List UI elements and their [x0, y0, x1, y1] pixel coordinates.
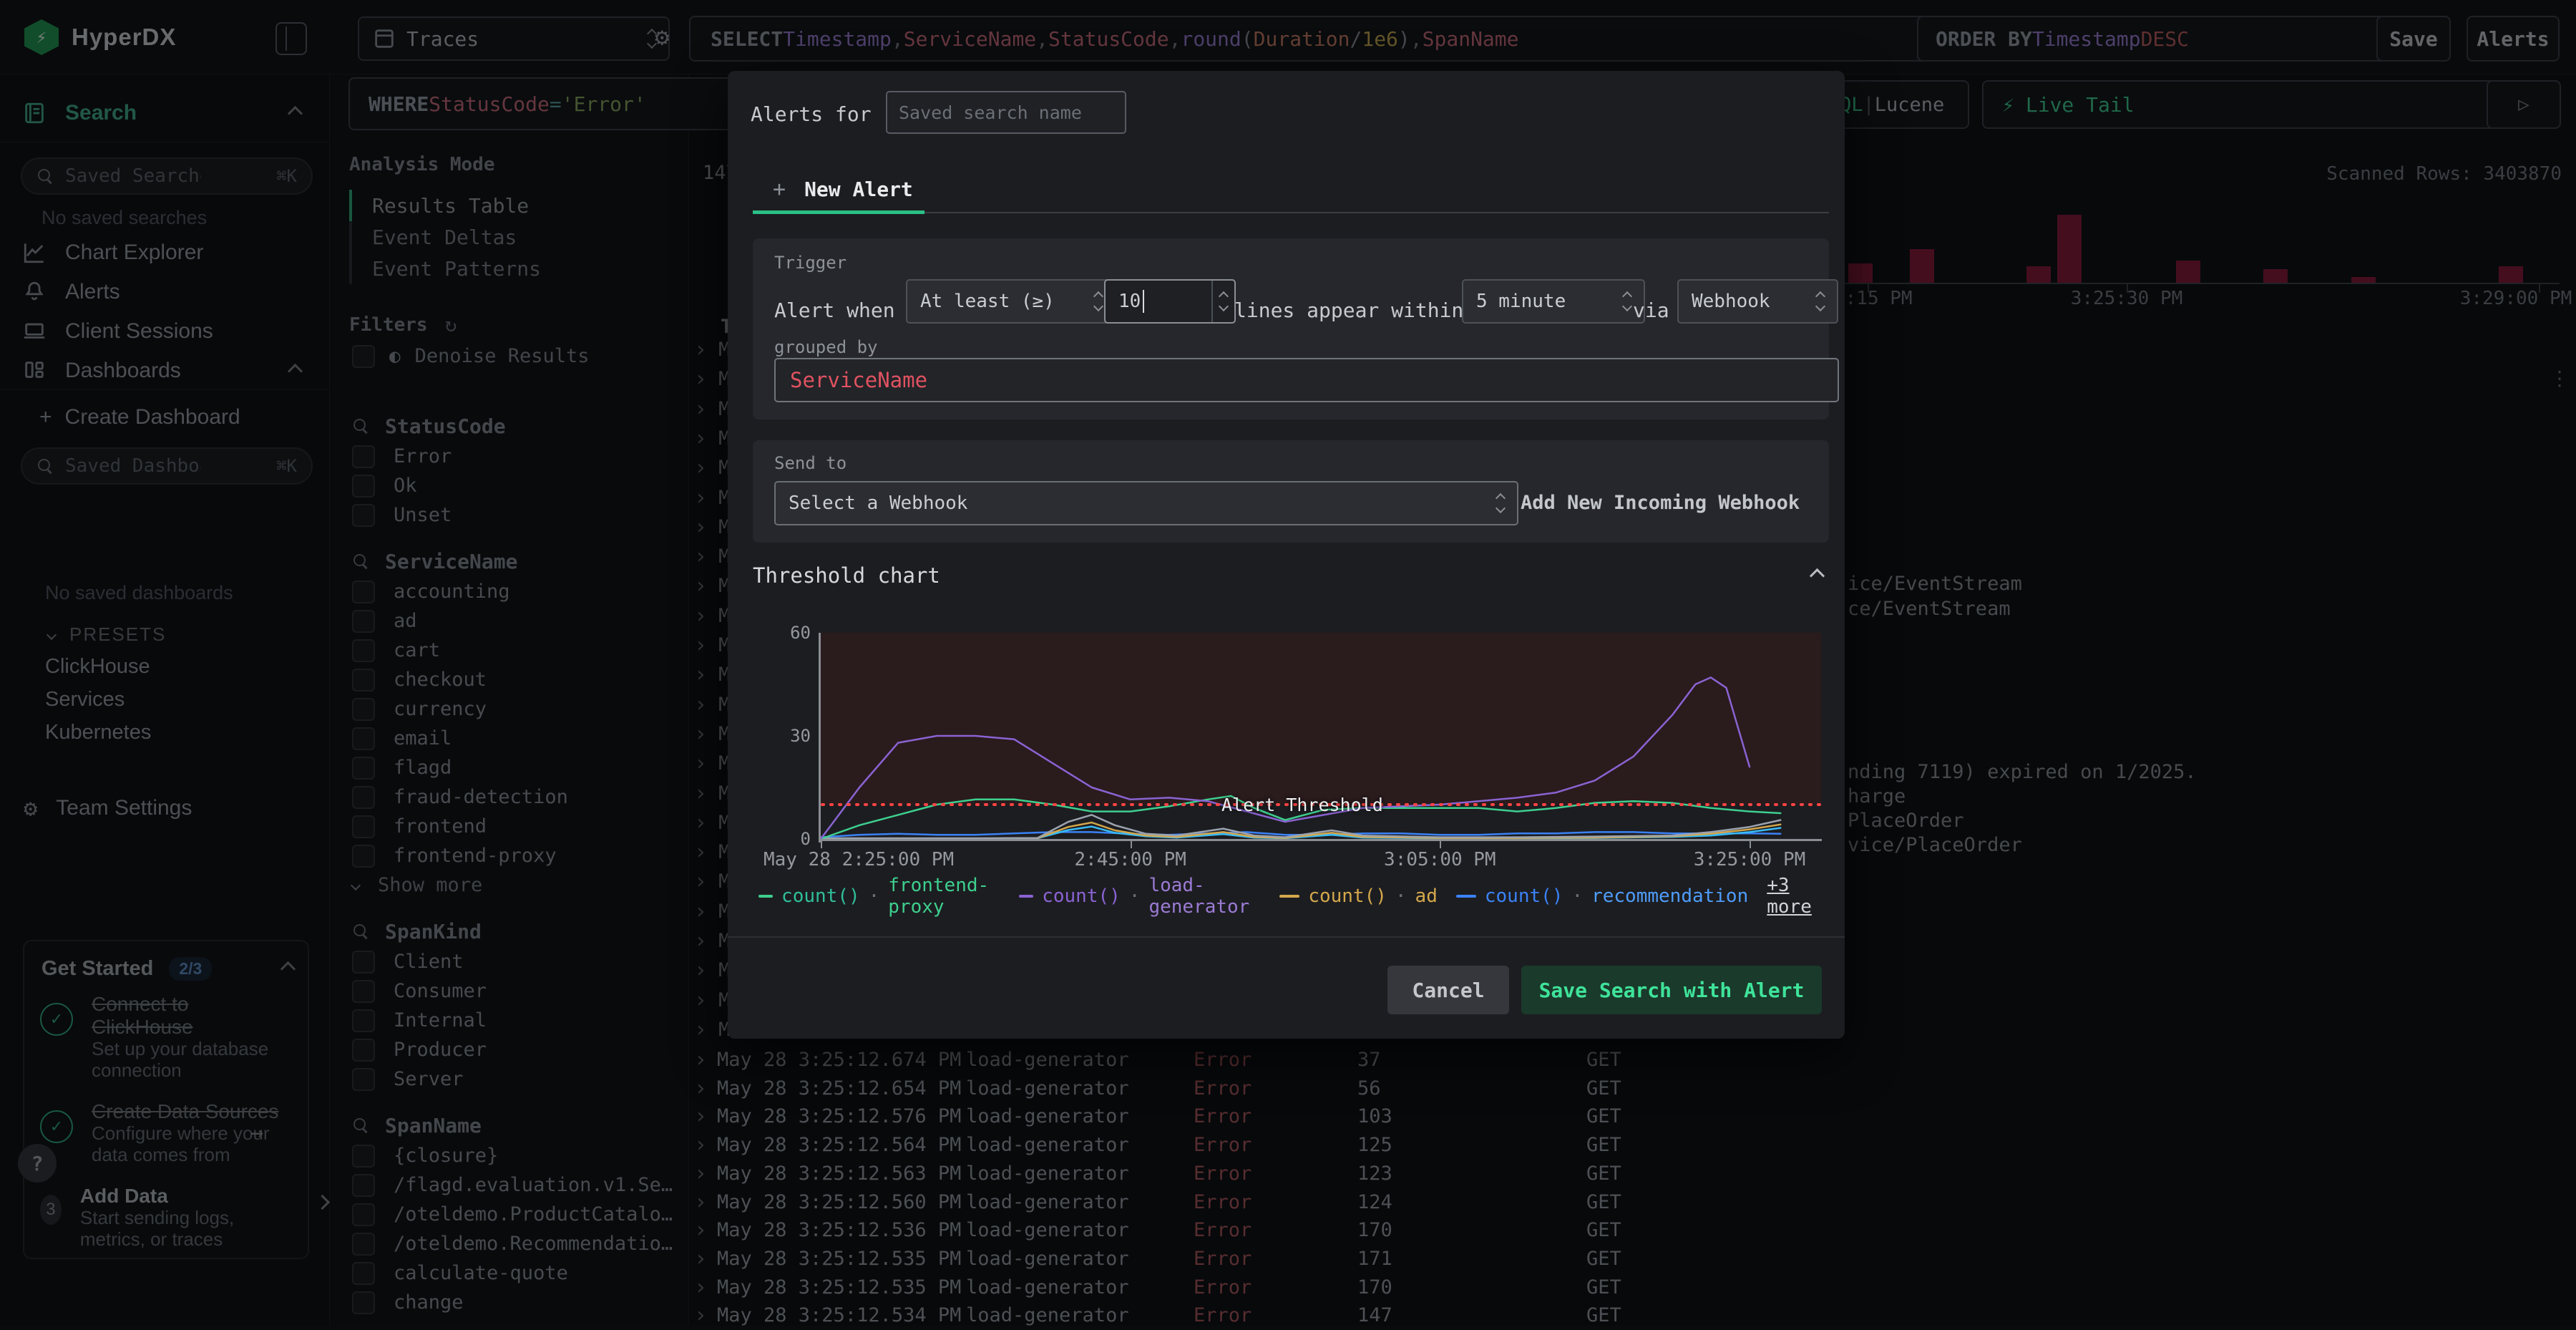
x-tick-label: 3:05:00 PM — [1384, 849, 1496, 870]
legend-dot: · — [1128, 885, 1141, 907]
save-search-with-alert-button[interactable]: Save Search with Alert — [1521, 966, 1822, 1014]
webhook-select-value: Select a Webhook — [789, 492, 968, 514]
interval-select[interactable]: 5 minute — [1462, 279, 1645, 324]
legend-dot: · — [1395, 885, 1407, 907]
trigger-label: Trigger — [774, 253, 847, 273]
legend-name: frontend-proxy — [888, 875, 990, 918]
x-tick-label: 3:25:00 PM — [1693, 849, 1806, 870]
text-caret — [1143, 290, 1145, 313]
active-tab-underline — [753, 210, 924, 214]
tab-label: New Alert — [804, 178, 913, 201]
chart-legend: count() · frontend-proxy count() · load-gener… — [758, 875, 1832, 918]
send-to-card: Send to Select a Webhook Add New Incomin… — [753, 440, 1829, 543]
legend-item[interactable]: count() · frontend-proxy — [758, 875, 1000, 918]
legend-item[interactable]: count() · ad — [1279, 885, 1438, 907]
alert-when-text: Alert when — [774, 298, 895, 322]
x-axis-line — [819, 839, 1822, 841]
threshold-value: 10 — [1118, 291, 1141, 312]
condition-select[interactable]: At least (≥) — [906, 279, 1116, 324]
legend-fn: count() — [1042, 885, 1121, 907]
legend-fn: count() — [781, 885, 860, 907]
plus-icon: + — [773, 177, 786, 202]
x-tick-label: 2:45:00 PM — [1074, 849, 1186, 870]
threshold-input[interactable]: 10 — [1104, 279, 1236, 324]
legend-name: ad — [1415, 885, 1438, 907]
webhook-select[interactable]: Select a Webhook — [774, 481, 1518, 525]
group-by-value: ServiceName — [790, 368, 928, 392]
cancel-button[interactable]: Cancel — [1387, 966, 1509, 1014]
x-tick — [821, 841, 822, 848]
collapse-chart-icon[interactable] — [1809, 568, 1825, 584]
legend-dot: · — [868, 885, 880, 907]
lines-within-text: lines appear within — [1234, 298, 1464, 322]
threshold-label: Alert Threshold — [1221, 795, 1383, 815]
legend-dot: · — [1571, 885, 1584, 907]
saved-search-name-input[interactable] — [886, 91, 1126, 134]
legend-more-link[interactable]: +3 more — [1767, 875, 1832, 918]
y-axis-line — [819, 633, 821, 843]
stepper-arrows[interactable] — [1211, 281, 1234, 322]
y-tick-label: 30 — [790, 726, 811, 746]
legend-dash — [1019, 895, 1034, 898]
channel-value: Webhook — [1692, 291, 1770, 312]
x-tick-label: May 28 2:25:00 PM — [763, 849, 955, 870]
legend-name: load-generator — [1148, 875, 1250, 918]
interval-value: 5 minute — [1476, 291, 1566, 312]
tab-new-alert[interactable]: + New Alert — [773, 177, 913, 202]
legend-fn: count() — [1484, 885, 1563, 907]
legend-item[interactable]: count() · recommendation — [1455, 885, 1749, 907]
send-to-label: Send to — [774, 453, 847, 473]
legend-dash — [758, 895, 774, 898]
threshold-chart-title: Threshold chart — [753, 563, 940, 588]
legend-item[interactable]: count() · load-generator — [1019, 875, 1261, 918]
legend-dash — [1279, 895, 1300, 898]
legend-dash — [1455, 895, 1476, 898]
create-alert-modal: Alerts for + New Alert Trigger Alert whe… — [728, 71, 1845, 1039]
y-tick-label: 60 — [790, 623, 811, 643]
y-tick-label: 0 — [800, 829, 811, 849]
trigger-card: Trigger Alert when At least (≥) 10 lines… — [753, 238, 1839, 419]
condition-value: At least (≥) — [920, 291, 1055, 312]
legend-fn: count() — [1308, 885, 1387, 907]
legend-name: recommendation — [1591, 885, 1749, 907]
x-tick — [1130, 841, 1132, 848]
alerts-for-label: Alerts for — [751, 102, 872, 126]
grouped-by-label: grouped by — [774, 337, 878, 357]
x-tick — [1750, 841, 1751, 848]
add-webhook-button[interactable]: Add New Incoming Webhook — [1521, 492, 1800, 514]
x-tick — [1440, 841, 1442, 848]
group-by-input[interactable]: ServiceName — [774, 358, 1839, 402]
footer-divider — [728, 936, 1845, 938]
channel-select[interactable]: Webhook — [1677, 279, 1838, 324]
via-text: via — [1633, 298, 1669, 322]
